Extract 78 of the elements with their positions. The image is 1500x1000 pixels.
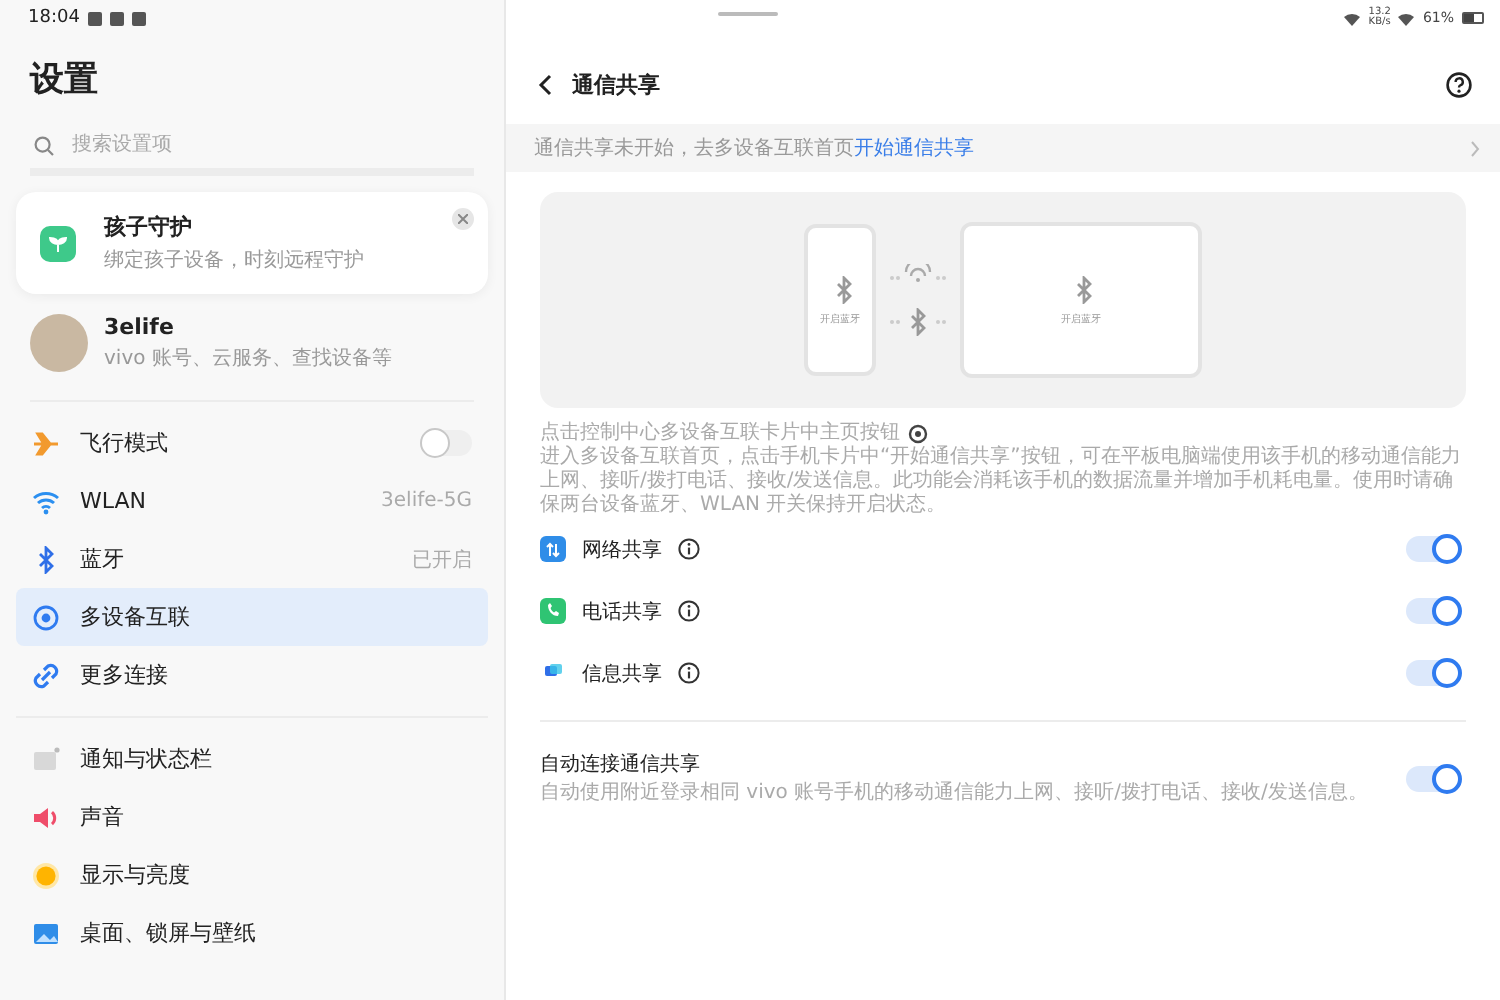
account-name: 3elife — [104, 314, 176, 340]
battery-icon — [1462, 12, 1484, 24]
toggle-switch[interactable] — [1406, 765, 1458, 791]
speaker-icon — [32, 803, 60, 831]
toggle-switch[interactable] — [1406, 598, 1458, 624]
promo-card[interactable]: 孩子守护 绑定孩子设备，时刻远程守护 — [16, 192, 488, 294]
feature-label: 信息共享 — [582, 661, 662, 687]
account-subtitle: vivo 账号、云服务、查找设备等 — [104, 345, 392, 372]
toggle-switch[interactable] — [420, 430, 472, 456]
toggle-switch[interactable] — [1406, 660, 1458, 686]
settings-item[interactable]: 飞行模式 — [16, 414, 488, 472]
start-sharing-link[interactable]: 开始通信共享 — [854, 138, 974, 160]
settings-item[interactable]: 蓝牙 已开启 — [16, 530, 488, 588]
description-text: 点击控制中心多设备互联卡片中主页按钮 — [540, 422, 900, 445]
settings-item[interactable]: 桌面、锁屏与壁纸 — [16, 904, 488, 962]
card-title: 孩子守护 — [104, 212, 194, 242]
info-icon — [678, 600, 700, 622]
arrows-icon — [540, 536, 566, 562]
info-button[interactable] — [678, 662, 700, 684]
item-label: 桌面、锁屏与壁纸 — [80, 918, 258, 948]
item-label: 声音 — [80, 802, 126, 832]
info-icon — [678, 538, 700, 560]
item-value: 3elife-5G — [381, 490, 472, 512]
picture-icon — [32, 919, 60, 947]
toggle-switch[interactable] — [1406, 536, 1458, 562]
item-label: 多设备互联 — [80, 602, 192, 632]
notification-icon — [32, 745, 60, 773]
page-title: 设置 — [30, 58, 100, 102]
info-icon — [678, 662, 700, 684]
info-button[interactable] — [678, 538, 700, 560]
avatar — [30, 314, 88, 372]
description-text: 进入多设备互联首页，点击手机卡片中“开始通信共享”按钮，可在平板电脑端使用该手机的移动通信能力上网、接听/拨打电话、接收/发送信息。此功能会消耗该手机的数据流量并增加手机耗电量。使用时请确保两台设备蓝牙、WLAN 开关保持开启状态。 — [540, 446, 1463, 518]
back-icon — [538, 73, 552, 95]
settings-item[interactable]: 多设备互联 — [16, 588, 488, 646]
settings-item[interactable]: 通知与状态栏 — [16, 730, 488, 788]
search-icon — [34, 135, 54, 155]
bluetooth-icon — [888, 308, 948, 336]
hub-icon — [908, 424, 928, 444]
info-button[interactable] — [678, 600, 700, 622]
setting-description: 自动使用附近登录相同 vivo 账号手机的移动通信能力上网、接听/拨打电话、接收/发送信息。 — [540, 782, 1370, 806]
settings-item[interactable]: 更多连接 — [16, 646, 488, 704]
item-label: 蓝牙 — [80, 544, 126, 574]
item-value: 已开启 — [412, 547, 472, 573]
drag-handle[interactable] — [718, 12, 778, 16]
clock: 18:04 — [28, 8, 80, 28]
brightness-icon — [32, 861, 60, 889]
close-icon — [458, 214, 468, 224]
settings-item[interactable]: 声音 — [16, 788, 488, 846]
airplane-icon — [32, 429, 60, 457]
settings-item[interactable]: 显示与亮度 — [16, 846, 488, 904]
item-label: 飞行模式 — [80, 428, 170, 458]
item-label: 通知与状态栏 — [80, 744, 214, 774]
wifi-icon — [1344, 11, 1361, 25]
link-icon — [32, 661, 60, 689]
help-icon — [1446, 71, 1472, 97]
settings-item[interactable]: WLAN 3elife-5G — [16, 472, 488, 530]
card-subtitle: 绑定孩子设备，时刻远程守护 — [104, 247, 364, 274]
item-label: 显示与亮度 — [80, 860, 192, 890]
wifi-icon — [32, 487, 60, 515]
item-label: WLAN — [80, 488, 149, 514]
setting-title: 自动连接通信共享 — [540, 751, 702, 778]
feature-label: 电话共享 — [582, 599, 662, 625]
sprout-icon — [40, 225, 76, 261]
phone-icon — [540, 598, 566, 624]
feature-label: 网络共享 — [582, 537, 662, 563]
page-title: 通信共享 — [572, 69, 662, 99]
back-button[interactable] — [538, 73, 552, 95]
help-button[interactable] — [1446, 71, 1472, 97]
connected-devices-icon — [32, 603, 60, 631]
account-row[interactable]: 3elife vivo 账号、云服务、查找设备等 — [30, 294, 474, 402]
item-label: 更多连接 — [80, 660, 170, 690]
close-button[interactable] — [452, 208, 474, 230]
info-banner[interactable]: 通信共享未开始，去多设备互联首页开始通信共享 — [506, 124, 1500, 172]
search-field[interactable]: 搜索设置项 — [68, 132, 428, 158]
banner-text: 通信共享未开始，去多设备互联首页开始通信共享 — [534, 135, 974, 162]
chevron-right-icon — [1470, 139, 1480, 157]
wifi-icon — [888, 264, 948, 284]
wifi-icon — [1398, 11, 1415, 25]
